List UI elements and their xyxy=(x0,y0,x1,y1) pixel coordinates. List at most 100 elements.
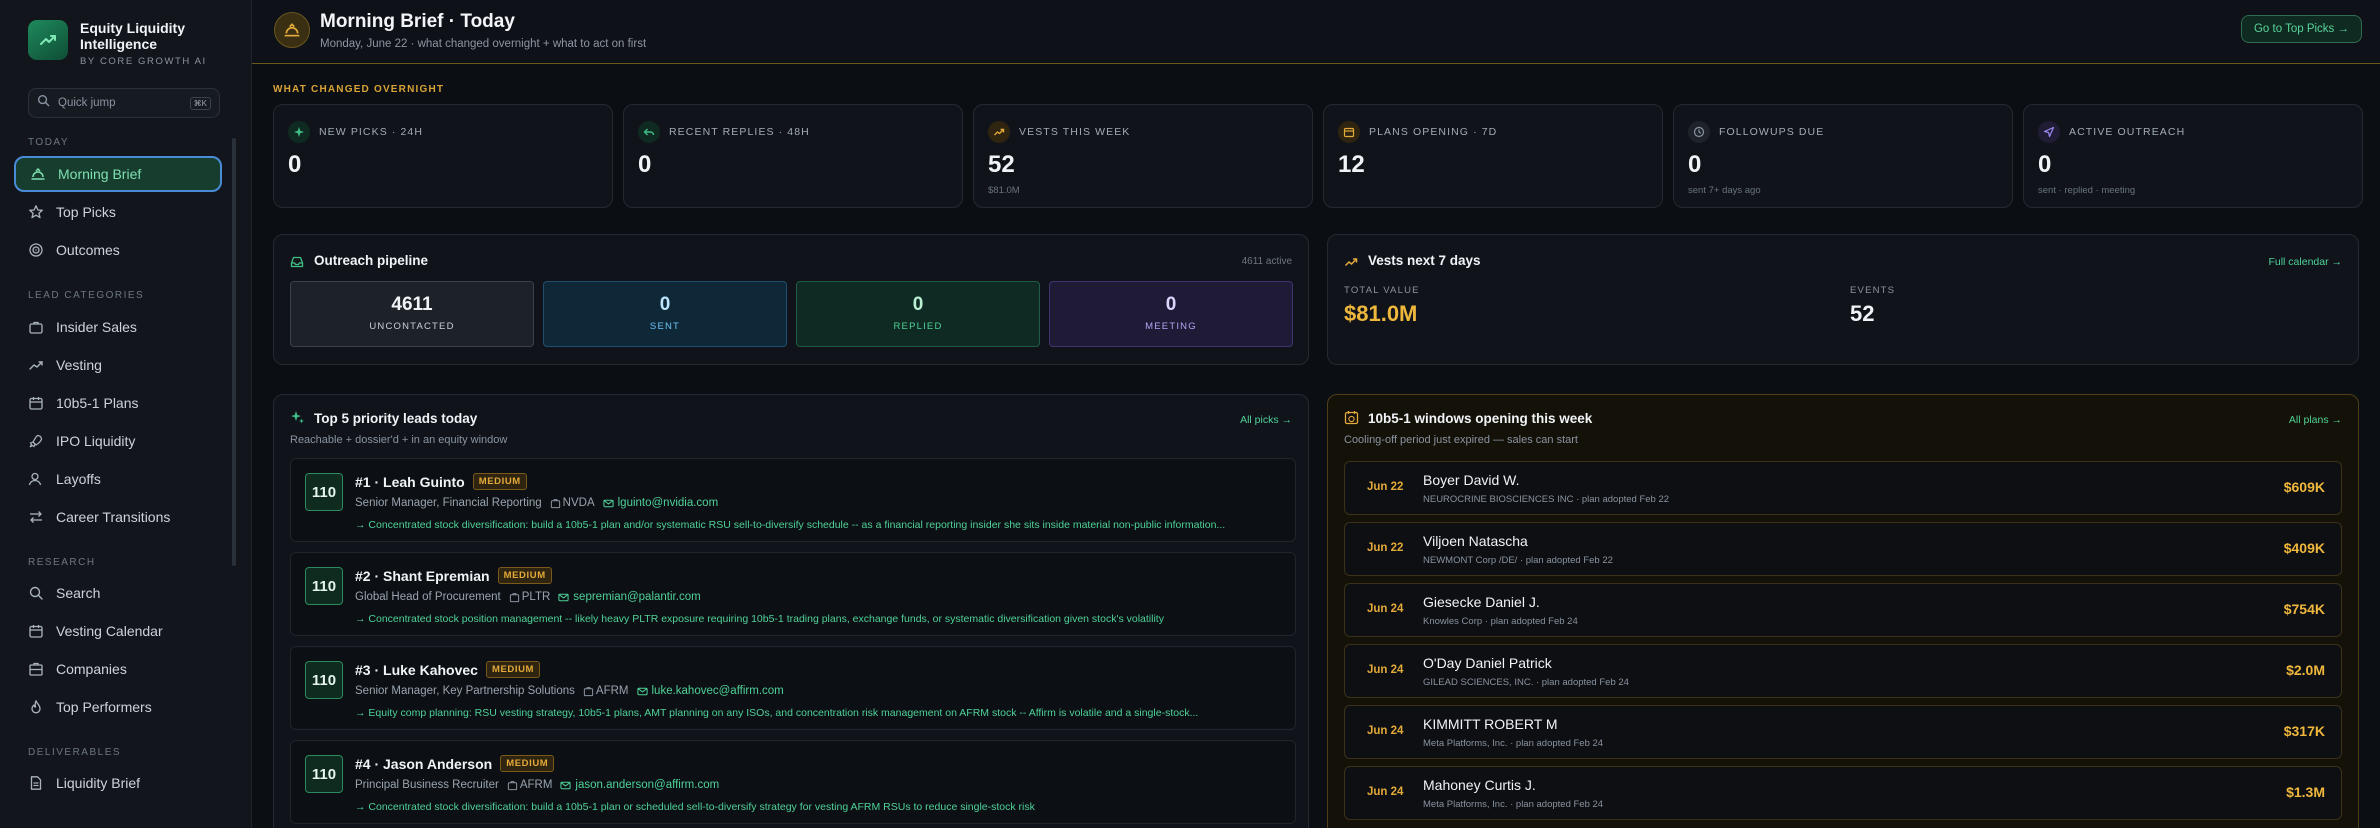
building-icon xyxy=(550,498,561,509)
lead-name: #2 · Shant Epremian xyxy=(355,567,490,584)
priority-leads-card: Top 5 priority leads today Reachable + d… xyxy=(273,394,1309,828)
sidebar-item-outcomes[interactable]: Outcomes xyxy=(14,232,222,268)
window-company: Meta Platforms, Inc. · plan adopted Feb … xyxy=(1423,738,1604,749)
trend-up-icon xyxy=(988,121,1010,143)
inbox-icon xyxy=(290,255,304,274)
clock-icon xyxy=(1688,121,1710,143)
stat-active-outreach[interactable]: ACTIVE OUTREACH 0 sent · replied · meeti… xyxy=(2023,104,2363,208)
building-icon xyxy=(28,661,44,677)
sidebar-item-search[interactable]: Search xyxy=(14,575,222,611)
lead-score: 110 xyxy=(305,473,343,511)
pipeline-title: Outreach pipeline xyxy=(314,253,429,268)
sidebar-item-10b5-1-plans[interactable]: 10b5-1 Plans xyxy=(14,385,222,421)
page-header: Morning Brief · Today Monday, June 22 · … xyxy=(252,0,2380,64)
stat-value: 0 xyxy=(638,151,652,178)
priority-badge: MEDIUM xyxy=(497,567,552,584)
stat-vests-this-week[interactable]: VESTS THIS WEEK 52 $81.0M xyxy=(973,104,1313,208)
briefcase-icon xyxy=(28,319,44,335)
sidebar-item-vesting-calendar[interactable]: Vesting Calendar xyxy=(14,613,222,649)
lead-row[interactable]: 110 #3 · Luke Kahovec MEDIUM Senior Manag… xyxy=(290,646,1296,730)
window-insider-name: KIMMITT ROBERT M xyxy=(1423,716,1558,732)
lead-ticker: NVDA xyxy=(562,497,595,509)
sidebar-item-label: Top Picks xyxy=(56,204,116,220)
all-picks-link[interactable]: All picks → xyxy=(1240,414,1292,426)
sidebar-item-top-performers[interactable]: Top Performers xyxy=(14,689,222,725)
window-row[interactable]: Jun 24 Giesecke Daniel J. Knowles Corp ·… xyxy=(1344,583,2342,637)
window-insider-name: Viljoen Natascha xyxy=(1423,533,1528,549)
sidebar: Equity Liquidity Intelligence BY CORE GR… xyxy=(0,0,252,828)
sidebar-scrollbar[interactable] xyxy=(232,138,236,566)
pipeline-meta: 4611 active xyxy=(1241,256,1292,267)
building-icon xyxy=(583,686,594,697)
stat-followups-due[interactable]: FOLLOWUPS DUE 0 sent 7+ days ago xyxy=(1673,104,2013,208)
all-plans-link[interactable]: All plans → xyxy=(2289,414,2342,426)
sidebar-item-label: Vesting xyxy=(56,357,102,373)
window-date: Jun 24 xyxy=(1367,725,1404,737)
sidebar-item-career-transitions[interactable]: Career Transitions xyxy=(14,499,222,535)
stat-plans-opening[interactable]: PLANS OPENING · 7D 12 xyxy=(1323,104,1663,208)
window-date: Jun 24 xyxy=(1367,786,1404,798)
quick-jump-input[interactable]: Quick jump ⌘K xyxy=(28,88,220,118)
page-title: Morning Brief · Today xyxy=(320,11,515,32)
lead-ticker: PLTR xyxy=(521,591,551,603)
window-row[interactable]: Jun 24 Mahoney Curtis J. Meta Platforms,… xyxy=(1344,766,2342,820)
priority-subtitle: Reachable + dossier'd + in an equity win… xyxy=(290,434,508,446)
window-company: NEWMONT Corp /DE/ · plan adopted Feb 22 xyxy=(1423,555,1613,566)
stat-recent-replies[interactable]: RECENT REPLIES · 48H 0 xyxy=(623,104,963,208)
brand[interactable]: Equity Liquidity Intelligence BY CORE GR… xyxy=(28,20,207,67)
window-amount: $609K xyxy=(2283,479,2325,495)
sidebar-item-companies[interactable]: Companies xyxy=(14,651,222,687)
window-amount: $409K xyxy=(2283,540,2325,556)
section-deliverables: DELIVERABLES xyxy=(28,747,122,758)
sidebar-item-liquidity-brief[interactable]: Liquidity Brief xyxy=(14,765,222,801)
window-company: Knowles Corp · plan adopted Feb 24 xyxy=(1423,616,1578,627)
pipeline-stage-value: 0 xyxy=(912,294,924,315)
lead-email-link[interactable]: lguinto@nvidia.com xyxy=(618,497,719,509)
trend-up-icon xyxy=(1344,255,1358,274)
pipeline-stage-uncontacted[interactable]: 4611 UNCONTACTED xyxy=(290,281,534,347)
window-row[interactable]: Jun 22 Boyer David W. NEUROCRINE BIOSCIE… xyxy=(1344,461,2342,515)
window-row[interactable]: Jun 24 O'Day Daniel Patrick GILEAD SCIEN… xyxy=(1344,644,2342,698)
sidebar-item-label: Career Transitions xyxy=(56,509,171,525)
building-icon xyxy=(509,592,520,603)
sidebar-item-insider-sales[interactable]: Insider Sales xyxy=(14,309,222,345)
lead-row[interactable]: 110 #1 · Leah Guinto MEDIUM Senior Manage… xyxy=(290,458,1296,542)
stat-sub: sent · replied · meeting xyxy=(2038,185,2136,196)
lead-email-link[interactable]: luke.kahovec@affirm.com xyxy=(652,685,784,697)
lead-row[interactable]: 110 #4 · Jason Anderson MEDIUM Principal … xyxy=(290,740,1296,824)
flame-icon xyxy=(28,699,44,715)
full-calendar-link[interactable]: Full calendar → xyxy=(2268,256,2342,268)
calendar-clock-icon xyxy=(1344,410,1359,430)
pipeline-stage-value: 4611 xyxy=(391,294,433,315)
window-date: Jun 24 xyxy=(1367,664,1404,676)
window-row[interactable]: Jun 24 KIMMITT ROBERT M Meta Platforms, … xyxy=(1344,705,2342,759)
stat-value: 0 xyxy=(288,151,302,178)
lead-name: #4 · Jason Anderson xyxy=(355,755,493,772)
go-to-top-picks-button[interactable]: Go to Top Picks → xyxy=(2240,15,2362,43)
stat-value: 12 xyxy=(1338,151,1365,178)
lead-email-link[interactable]: jason.anderson@affirm.com xyxy=(575,779,719,791)
sunrise-icon xyxy=(30,166,46,182)
window-row[interactable]: Jun 22 Viljoen Natascha NEWMONT Corp /DE… xyxy=(1344,522,2342,576)
sidebar-item-top-picks[interactable]: Top Picks xyxy=(14,194,222,230)
pipeline-stage-meeting[interactable]: 0 MEETING xyxy=(1049,281,1293,347)
pipeline-stage-value: 0 xyxy=(659,294,671,315)
sidebar-item-vesting[interactable]: Vesting xyxy=(14,347,222,383)
sidebar-item-ipo-liquidity[interactable]: IPO Liquidity xyxy=(14,423,222,459)
windows-card: 10b5-1 windows opening this week Cooling… xyxy=(1327,394,2359,828)
mail-icon xyxy=(560,780,571,791)
lead-email-link[interactable]: sepremian@palantir.com xyxy=(573,591,700,603)
sidebar-item-label: Search xyxy=(56,585,101,601)
pipeline-stage-replied[interactable]: 0 REPLIED xyxy=(796,281,1040,347)
lead-row[interactable]: 110 #2 · Shant Epremian MEDIUM Global Hea… xyxy=(290,552,1296,636)
pipeline-stage-sent[interactable]: 0 SENT xyxy=(543,281,787,347)
stat-new-picks[interactable]: NEW PICKS · 24H 0 xyxy=(273,104,613,208)
sidebar-item-morning-brief[interactable]: Morning Brief xyxy=(14,156,222,192)
sparkle-icon xyxy=(290,410,305,430)
calendar-icon xyxy=(1338,121,1360,143)
mail-icon xyxy=(636,686,648,697)
star-icon xyxy=(28,204,44,220)
sidebar-item-layoffs[interactable]: Layoffs xyxy=(14,461,222,497)
stat-label: NEW PICKS · 24H xyxy=(319,126,424,138)
window-insider-name: Mahoney Curtis J. xyxy=(1423,777,1536,793)
